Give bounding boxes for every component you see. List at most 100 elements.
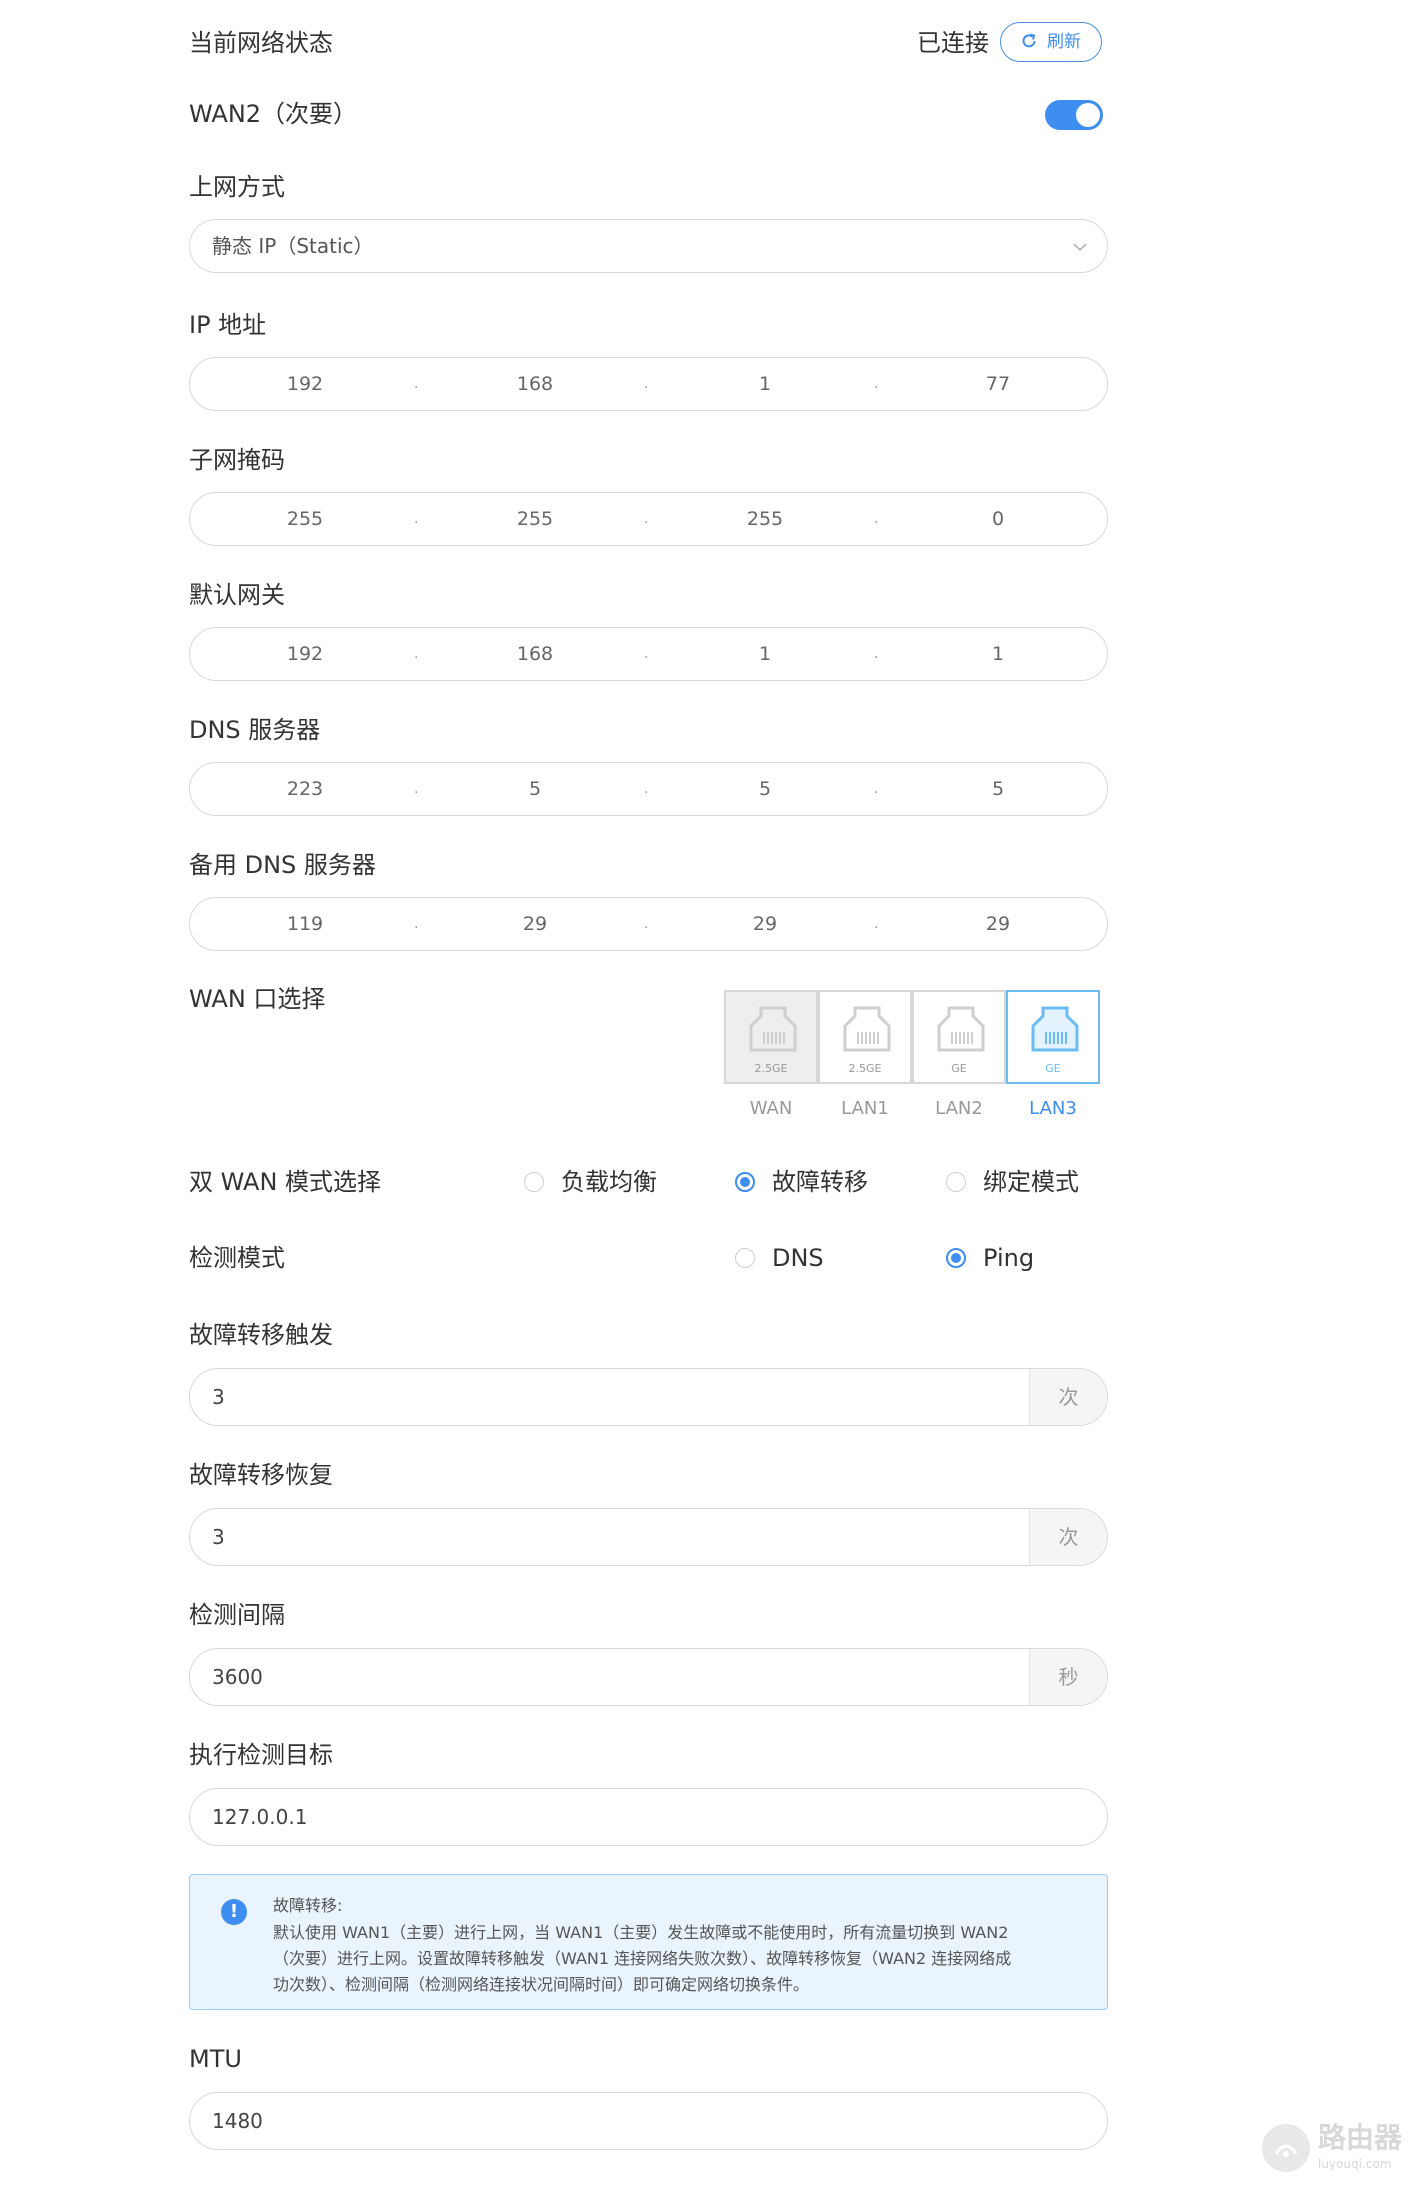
ip-separator: . (414, 781, 419, 797)
dns-octet[interactable]: 223 (255, 776, 355, 802)
ip-separator: . (874, 916, 879, 932)
detect-interval-value: 3600 (212, 1665, 263, 1689)
dns-octet[interactable]: 5 (715, 776, 815, 802)
conn-type-value: 静态 IP（Static） (212, 234, 374, 258)
ping-option-label[interactable]: Ping (983, 1243, 1034, 1273)
port-speed: GE (1045, 1062, 1061, 1075)
mask-octet[interactable]: 255 (255, 506, 355, 532)
mask-octet[interactable]: 255 (485, 506, 585, 532)
failover-restore-label: 故障转移恢复 (189, 1461, 333, 1489)
port-name: LAN1 (841, 1098, 889, 1119)
gateway-octet[interactable]: 192 (255, 641, 355, 667)
detect-interval-input[interactable]: 3600 秒 (189, 1648, 1108, 1706)
conn-type-label: 上网方式 (189, 173, 285, 201)
gateway-label: 默认网关 (189, 581, 285, 609)
port-name: LAN3 (1029, 1098, 1077, 1119)
failover-trigger-unit: 次 (1029, 1369, 1107, 1425)
bind-mode-label[interactable]: 绑定模式 (983, 1167, 1079, 1197)
ethernet-port-icon (937, 1006, 985, 1052)
port-name: WAN (749, 1098, 793, 1119)
gateway-octet[interactable]: 168 (485, 641, 585, 667)
detect-interval-unit: 秒 (1029, 1649, 1107, 1705)
port-speed: 2.5GE (754, 1062, 788, 1075)
ip-separator: . (644, 376, 649, 392)
port-lan1[interactable]: 2.5GE (818, 990, 912, 1084)
refresh-label: 刷新 (1047, 32, 1081, 52)
dns-label: DNS 服务器 (189, 716, 321, 744)
backup-dns-octet[interactable]: 29 (485, 911, 585, 937)
dns-octet[interactable]: 5 (948, 776, 1048, 802)
failover-trigger-value: 3 (212, 1385, 225, 1409)
dual-wan-mode-label: 双 WAN 模式选择 (189, 1168, 382, 1196)
failover-trigger-label: 故障转移触发 (189, 1321, 333, 1349)
port-lan3[interactable]: GE (1006, 990, 1100, 1084)
detect-target-value: 127.0.0.1 (212, 1805, 308, 1829)
refresh-button[interactable]: 刷新 (1000, 22, 1102, 62)
dns-octet[interactable]: 5 (485, 776, 585, 802)
port-wan[interactable]: 2.5GE (724, 990, 818, 1084)
info-line: 默认使用 WAN1（主要）进行上网，当 WAN1（主要）发生故障或不能使用时，所… (273, 1923, 1009, 1942)
failover-restore-value: 3 (212, 1525, 225, 1549)
ethernet-port-icon (843, 1006, 891, 1052)
chevron-down-icon (1071, 238, 1089, 260)
radio-dns[interactable] (735, 1248, 755, 1268)
failover-trigger-input[interactable]: 3 次 (189, 1368, 1108, 1426)
ip-separator: . (644, 916, 649, 932)
mask-octet[interactable]: 255 (715, 506, 815, 532)
failover-info-box: ! 故障转移: 默认使用 WAN1（主要）进行上网，当 WAN1（主要）发生故障… (189, 1874, 1108, 2010)
ip-separator: . (874, 376, 879, 392)
backup-dns-octet[interactable]: 29 (715, 911, 815, 937)
mask-octet[interactable]: 0 (948, 506, 1048, 532)
detect-target-input[interactable]: 127.0.0.1 (189, 1788, 1108, 1846)
radio-ping[interactable] (946, 1248, 966, 1268)
ip-separator: . (874, 781, 879, 797)
backup-dns-octet[interactable]: 119 (255, 911, 355, 937)
radio-failover[interactable] (735, 1172, 755, 1192)
ip-separator: . (414, 916, 419, 932)
port-speed: GE (951, 1062, 967, 1075)
gateway-input[interactable]: 192 . 168 . 1 . 1 (189, 627, 1108, 681)
ip-separator: . (414, 646, 419, 662)
failover-restore-input[interactable]: 3 次 (189, 1508, 1108, 1566)
dns-option-label[interactable]: DNS (772, 1243, 824, 1273)
mtu-value: 1480 (212, 2109, 263, 2133)
radio-load-balance[interactable] (524, 1172, 544, 1192)
info-title: 故障转移: (273, 1896, 343, 1915)
detect-interval-label: 检测间隔 (189, 1601, 285, 1629)
dns-input[interactable]: 223 . 5 . 5 . 5 (189, 762, 1108, 816)
wan2-toggle[interactable] (1045, 100, 1103, 130)
ip-separator: . (644, 511, 649, 527)
mask-label: 子网掩码 (189, 446, 285, 474)
gateway-octet[interactable]: 1 (948, 641, 1048, 667)
ethernet-port-icon (749, 1006, 797, 1052)
conn-type-select[interactable]: 静态 IP（Static） (189, 219, 1108, 273)
backup-dns-label: 备用 DNS 服务器 (189, 851, 376, 879)
backup-dns-input[interactable]: 119 . 29 . 29 . 29 (189, 897, 1108, 951)
ip-separator: . (414, 376, 419, 392)
connection-status-value: 已连接 (917, 29, 989, 57)
info-line: 功次数）、检测间隔（检测网络连接状况间隔时间）即可确定网络切换条件。 (273, 1975, 810, 1994)
watermark-text: 路由器 (1318, 2121, 1403, 2154)
ip-address-input[interactable]: 192 . 168 . 1 . 77 (189, 357, 1108, 411)
detect-target-label: 执行检测目标 (189, 1741, 333, 1769)
ip-separator: . (874, 511, 879, 527)
backup-dns-octet[interactable]: 29 (948, 911, 1048, 937)
gateway-octet[interactable]: 1 (715, 641, 815, 667)
ip-separator: . (414, 511, 419, 527)
subnet-mask-input[interactable]: 255 . 255 . 255 . 0 (189, 492, 1108, 546)
ip-octet[interactable]: 77 (948, 371, 1048, 397)
mtu-input[interactable]: 1480 (189, 2092, 1108, 2150)
load-balance-label[interactable]: 负载均衡 (561, 1167, 657, 1197)
toggle-knob (1076, 103, 1100, 127)
ip-octet[interactable]: 168 (485, 371, 585, 397)
failover-label[interactable]: 故障转移 (772, 1167, 868, 1197)
port-lan2[interactable]: GE (912, 990, 1006, 1084)
radio-bind-mode[interactable] (946, 1172, 966, 1192)
ip-separator: . (644, 781, 649, 797)
network-status-label: 当前网络状态 (189, 29, 333, 57)
failover-restore-unit: 次 (1029, 1509, 1107, 1565)
ip-octet[interactable]: 1 (715, 371, 815, 397)
watermark-subtext: luyouqi.com (1318, 2157, 1392, 2171)
watermark-logo (1262, 2124, 1310, 2172)
ip-octet[interactable]: 192 (255, 371, 355, 397)
